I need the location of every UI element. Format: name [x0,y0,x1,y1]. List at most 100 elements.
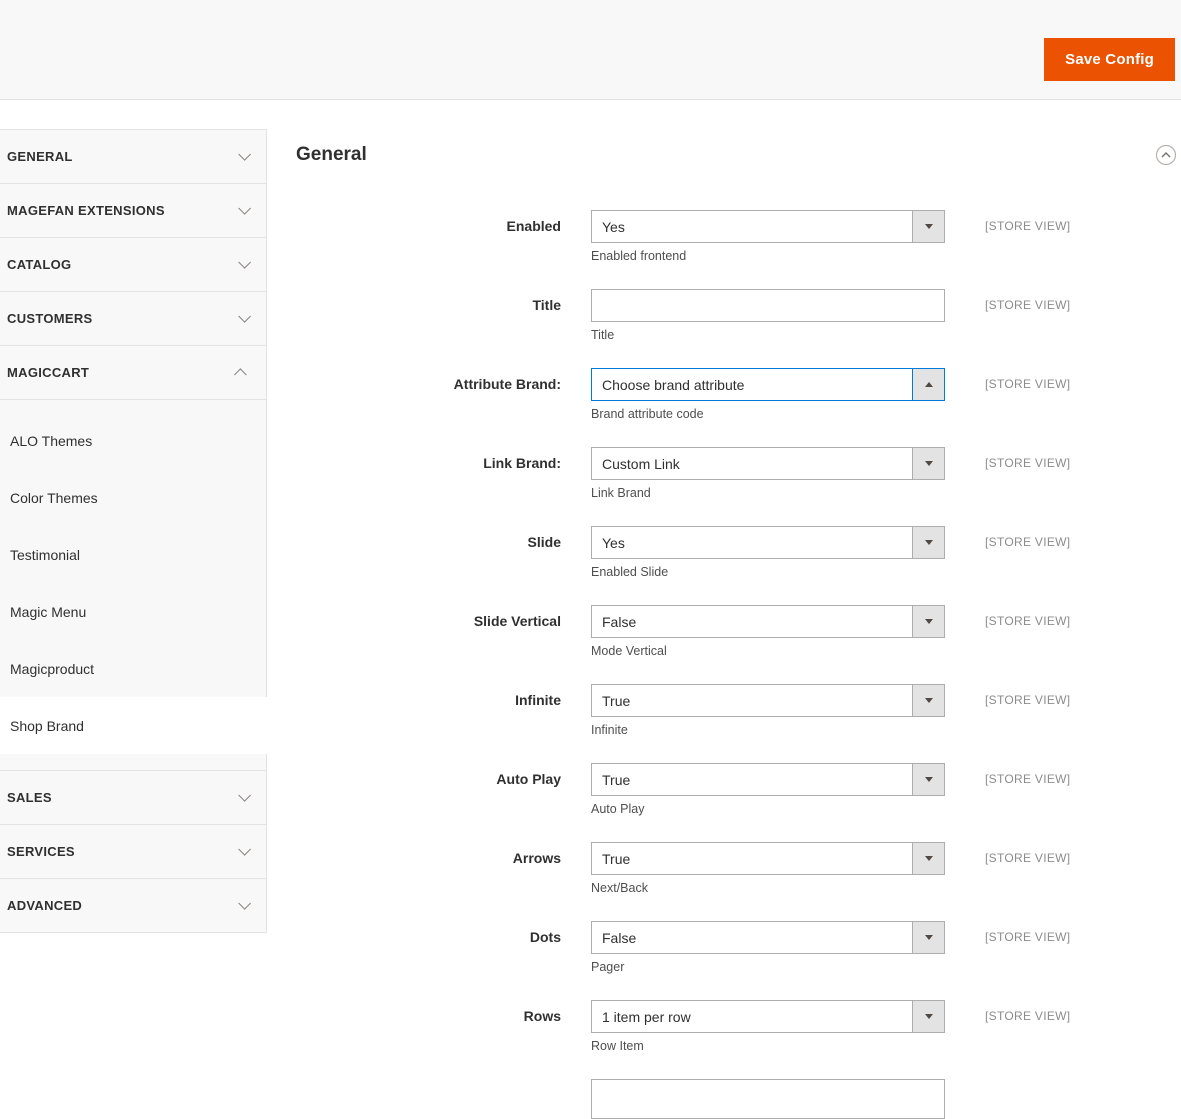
sidebar-item-label: ALO Themes [10,432,93,449]
magiccart-subitems: ALO Themes Color Themes Testimonial Magi… [0,400,267,771]
dropdown-arrow-icon [912,685,944,716]
sidebar-item-label: Color Themes [10,489,98,506]
sidebar-item-shop-brand[interactable]: Shop Brand [0,697,267,754]
config-content: General Enabled Yes Enabled frontend [ST… [296,129,1181,1119]
collapse-section-icon[interactable] [1155,144,1177,166]
chevron-down-icon [238,843,251,856]
sidebar-section-magiccart[interactable]: MAGICCART [0,346,266,400]
sidebar-section-services[interactable]: SERVICES [0,825,266,879]
chevron-down-icon [238,148,251,161]
field-label: Slide [527,534,561,550]
sidebar-section-advanced[interactable]: ADVANCED [0,879,266,933]
scope-label: [STORE VIEW] [985,851,1071,865]
field-row-enabled: Enabled Yes Enabled frontend [STORE VIEW… [296,210,1177,263]
sidebar-section-general[interactable]: GENERAL [0,130,266,184]
field-row-slide-vertical: Slide Vertical False Mode Vertical [STOR… [296,605,1177,658]
select-value: True [602,692,631,709]
field-label: Enabled [506,218,561,234]
sidebar-item-color-themes[interactable]: Color Themes [0,469,266,526]
sidebar-item-alo-themes[interactable]: ALO Themes [0,412,266,469]
field-hint: Enabled frontend [591,249,687,263]
field-control: Choose brand attribute Brand attribute c… [591,368,945,421]
sidebar-section-label: ADVANCED [7,898,83,913]
select-value: True [602,771,631,788]
sidebar-section-customers[interactable]: CUSTOMERS [0,292,266,346]
chevron-down-icon [238,897,251,910]
sidebar-section-label: SERVICES [7,844,75,859]
config-nav-sidebar: GENERAL MAGEFAN EXTENSIONS CATALOG CUSTO… [0,129,267,933]
enabled-select[interactable]: Yes [591,210,945,243]
attribute-brand-select[interactable]: Choose brand attribute [591,368,945,401]
title-input[interactable] [591,289,945,322]
field-control: Yes Enabled Slide [591,526,945,579]
field-row-arrows: Arrows True Next/Back [STORE VIEW] [296,842,1177,895]
field-control: Custom Link Link Brand [591,447,945,500]
field-hint: Next/Back [591,881,648,895]
partial-spacer [296,1079,591,1119]
field-hint: Brand attribute code [591,407,704,421]
field-control: True Auto Play [591,763,945,816]
save-config-button[interactable]: Save Config [1044,38,1175,81]
sidebar-section-sales[interactable]: SALES [0,771,266,825]
sidebar-section-magefan-extensions[interactable]: MAGEFAN EXTENSIONS [0,184,266,238]
scope-label: [STORE VIEW] [985,930,1071,944]
sidebar-item-label: Magicproduct [10,660,95,677]
sidebar-item-testimonial[interactable]: Testimonial [0,526,266,583]
link-brand-select[interactable]: Custom Link [591,447,945,480]
chevron-down-icon [238,789,251,802]
auto-play-select[interactable]: True [591,763,945,796]
field-label: Auto Play [496,771,561,787]
sidebar-section-label: SALES [7,790,52,805]
sidebar-item-magic-menu[interactable]: Magic Menu [0,583,266,640]
arrows-select[interactable]: True [591,842,945,875]
select-value: 1 item per row [602,1008,691,1025]
slide-vertical-select[interactable]: False [591,605,945,638]
scope-label: [STORE VIEW] [985,535,1071,549]
sidebar-section-label: CATALOG [7,257,72,272]
sidebar-item-label: Shop Brand [10,717,84,734]
field-label: Link Brand: [483,455,561,471]
next-field-input-partial[interactable] [591,1079,945,1119]
field-hint: Title [591,328,615,342]
fields-group: Enabled Yes Enabled frontend [STORE VIEW… [296,210,1177,1119]
infinite-select[interactable]: True [591,684,945,717]
general-section-header: General [296,129,1177,166]
field-control: 1 item per row Row Item [591,1000,945,1053]
sidebar-section-catalog[interactable]: CATALOG [0,238,266,292]
field-hint: Pager [591,960,625,974]
dropdown-arrow-icon [912,1001,944,1032]
select-value: Choose brand attribute [602,376,745,393]
field-label: Dots [529,929,561,945]
rows-select[interactable]: 1 item per row [591,1000,945,1033]
chevron-down-icon [238,202,251,215]
scope-label: [STORE VIEW] [985,377,1071,391]
dropdown-arrow-icon [912,369,944,400]
sidebar-item-magicproduct[interactable]: Magicproduct [0,640,266,697]
field-control: True Infinite [591,684,945,737]
field-control: Yes Enabled frontend [591,210,945,263]
dropdown-arrow-icon [912,448,944,479]
dropdown-arrow-icon [912,606,944,637]
dots-select[interactable]: False [591,921,945,954]
sidebar-section-label: GENERAL [7,149,73,164]
field-row-slide: Slide Yes Enabled Slide [STORE VIEW] [296,526,1177,579]
chevron-up-icon [234,368,247,381]
slide-select[interactable]: Yes [591,526,945,559]
sidebar-section-label: CUSTOMERS [7,311,93,326]
select-value: Yes [602,534,625,551]
scope-label: [STORE VIEW] [985,1009,1071,1023]
field-label: Rows [523,1008,561,1024]
field-row-title: Title Title [STORE VIEW] [296,289,1177,342]
field-label: Slide Vertical [473,613,561,629]
field-label: Arrows [512,850,561,866]
scope-label: [STORE VIEW] [985,298,1071,312]
field-control: Title [591,289,945,342]
select-value: False [602,613,637,630]
sidebar-item-label: Testimonial [10,546,81,563]
scope-label: [STORE VIEW] [985,219,1071,233]
dropdown-arrow-icon [912,764,944,795]
field-control: True Next/Back [591,842,945,895]
select-value: False [602,929,637,946]
field-row-dots: Dots False Pager [STORE VIEW] [296,921,1177,974]
dropdown-arrow-icon [912,922,944,953]
